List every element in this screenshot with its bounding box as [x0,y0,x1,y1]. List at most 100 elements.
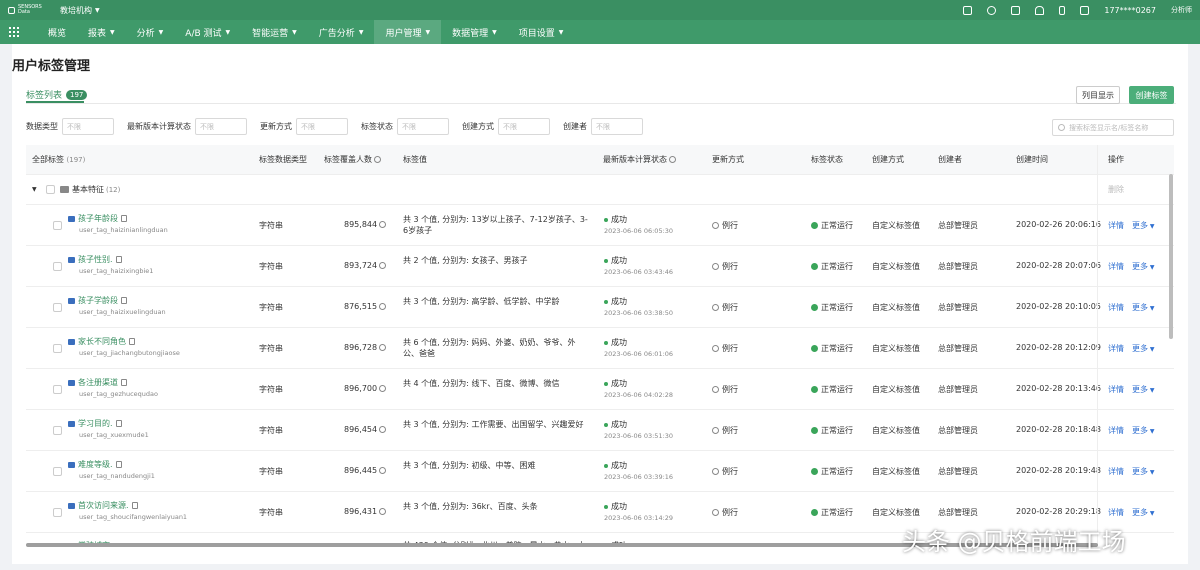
row-checkbox[interactable] [53,303,62,312]
document-icon[interactable] [963,5,973,15]
group-checkbox[interactable] [46,185,55,194]
header-coverage[interactable]: 标签覆盖人数 [324,154,381,165]
tag-name[interactable]: 难度等级. [78,459,113,470]
more-dropdown[interactable]: 更多 ▼ [1132,302,1155,313]
nav-item-7[interactable]: 数据管理 ▼ [441,20,508,44]
group-delete[interactable]: 删除 [1108,184,1124,195]
filter-select[interactable]: 不限 [62,118,114,135]
app-logo[interactable]: SENSORS Data [8,5,46,15]
tag-icon [68,215,75,222]
edit-icon[interactable] [121,297,127,304]
row-checkbox[interactable] [53,426,62,435]
edit-icon[interactable] [121,379,127,386]
tag-name[interactable]: 孩子年龄段 [78,213,118,224]
info-icon[interactable] [379,344,387,351]
tag-name[interactable]: 首次访问来源. [78,500,129,511]
info-icon[interactable] [379,221,387,228]
calc-time: 2023-06-06 04:02:28 [604,391,674,399]
search-input[interactable]: 搜索标签显示名/标签名称 [1052,119,1174,136]
row-checkbox[interactable] [53,508,62,517]
calc-time: 2023-06-06 06:05:30 [604,227,674,235]
info-icon[interactable] [379,303,387,310]
header-calc-status[interactable]: 最新版本计算状态 [603,154,676,165]
tag-name[interactable]: 家长不同角色 [78,336,126,347]
table-row[interactable]: 学习目的. user_tag_xuexmude1 字符串 896,454 共 3 个值,… [26,410,1174,451]
more-dropdown[interactable]: 更多 ▼ [1132,343,1155,354]
more-dropdown[interactable]: 更多 ▼ [1132,466,1155,477]
user-account[interactable]: 177****0267 [1104,6,1156,15]
info-icon[interactable] [379,385,387,392]
header-all-tags: 全部标签 (197) [32,155,86,164]
table-row[interactable]: 各注册渠道 user_tag_gezhucequdao 字符串 896,700 共 4 … [26,369,1174,410]
filter-select[interactable]: 不限 [195,118,247,135]
table-row[interactable]: 难度等级. user_tag_nandudengji1 字符串 896,445 共 3 … [26,451,1174,492]
nav-item-6[interactable]: 用户管理 ▼ [374,20,442,44]
tag-name[interactable]: 学习目的. [78,418,113,429]
nav-item-3[interactable]: A/B 测试 ▼ [174,20,241,44]
detail-link[interactable]: 详情 [1108,425,1124,436]
edit-icon[interactable] [115,256,122,263]
table-row[interactable]: 孩子学龄段 user_tag_haizixuelingduan 字符串 876,515… [26,287,1174,328]
apps-grid-icon[interactable] [9,27,19,37]
column-display-button[interactable]: 列目显示 [1076,86,1120,104]
vertical-scrollbar[interactable] [1169,174,1173,339]
tag-name[interactable]: 各注册渠道 [78,377,118,388]
row-checkbox[interactable] [53,221,62,230]
group-row[interactable]: ▼ 基本特征 (12) 删除 [26,175,1174,205]
search-icon[interactable] [987,5,997,15]
nav-item-8[interactable]: 项目设置 ▼ [508,20,575,44]
edit-icon[interactable] [121,215,127,222]
row-checkbox[interactable] [53,385,62,394]
nav-item-2[interactable]: 分析 ▼ [126,20,175,44]
info-icon[interactable] [379,262,387,269]
detail-link[interactable]: 详情 [1108,384,1124,395]
mobile-icon[interactable] [1059,5,1066,15]
detail-link[interactable]: 详情 [1108,466,1124,477]
more-dropdown[interactable]: 更多 ▼ [1132,261,1155,272]
org-selector[interactable]: 教培机构 ▼ [60,5,100,16]
edit-icon[interactable] [129,338,135,345]
edit-icon[interactable] [115,420,122,427]
row-checkbox[interactable] [53,344,62,353]
detail-link[interactable]: 详情 [1108,302,1124,313]
page-title: 用户标签管理 [12,59,91,74]
chevron-down-icon: ▼ [1148,305,1155,312]
row-checkbox[interactable] [53,467,62,476]
tag-name[interactable]: 孩子学龄段 [78,295,118,306]
nav-item-1[interactable]: 报表 ▼ [77,20,126,44]
table-row[interactable]: 孩子年龄段 user_tag_haizinianlingduan 字符串 895,84… [26,205,1174,246]
table-row[interactable]: 家长不同角色 user_tag_jiachangbutongjiaose 字符串 89… [26,328,1174,369]
filter-select[interactable]: 不限 [498,118,550,135]
detail-link[interactable]: 详情 [1108,220,1124,231]
monitor-icon[interactable] [1080,5,1090,15]
table-row[interactable]: 孩子性别. user_tag_haizixingbie1 字符串 893,724 共 2… [26,246,1174,287]
more-dropdown[interactable]: 更多 ▼ [1132,384,1155,395]
collapse-caret-icon[interactable]: ▼ [32,186,37,193]
more-dropdown[interactable]: 更多 ▼ [1132,507,1155,518]
nav-item-5[interactable]: 广告分析 ▼ [308,20,375,44]
bell-icon[interactable] [1035,5,1045,15]
calc-status: 成功 [611,215,627,224]
info-icon[interactable] [379,508,387,515]
filter-select[interactable]: 不限 [296,118,348,135]
more-dropdown[interactable]: 更多 ▼ [1132,220,1155,231]
detail-link[interactable]: 详情 [1108,343,1124,354]
row-checkbox[interactable] [53,262,62,271]
info-icon[interactable] [379,467,387,474]
edit-icon[interactable] [131,502,138,509]
nav-item-0[interactable]: 概览 [37,20,77,44]
tag-name[interactable]: 孩子性别. [78,254,113,265]
tab-tag-list[interactable]: 标签列表 197 [26,88,88,101]
filter-select[interactable]: 不限 [591,118,643,135]
more-dropdown[interactable]: 更多 ▼ [1132,425,1155,436]
create-tag-button[interactable]: 创建标签 [1129,86,1174,104]
detail-link[interactable]: 详情 [1108,261,1124,272]
nav-item-4[interactable]: 智能运营 ▼ [241,20,308,44]
filter-select[interactable]: 不限 [397,118,449,135]
edit-icon[interactable] [115,461,122,468]
detail-link[interactable]: 详情 [1108,507,1124,518]
filter-label: 更新方式 [260,122,292,131]
info-icon[interactable] [379,426,387,433]
chevron-down-icon: ▼ [492,28,497,36]
help-icon[interactable] [1011,5,1021,15]
